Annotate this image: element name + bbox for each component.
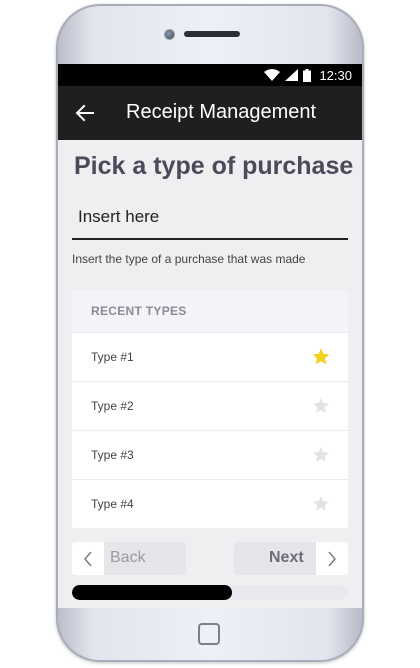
purchase-type-input[interactable]	[72, 198, 348, 227]
type-label: Type #3	[91, 448, 134, 462]
progress-fill	[72, 585, 233, 600]
type-label: Type #1	[91, 350, 134, 364]
star-icon[interactable]	[312, 348, 330, 366]
app-title: Receipt Management	[126, 101, 317, 123]
phone-frame: 12:30 Receipt Management Pick a type of …	[56, 4, 364, 662]
next-label: Next	[269, 549, 304, 566]
phone-screen: 12:30 Receipt Management Pick a type of …	[58, 64, 362, 608]
signal-icon	[285, 69, 299, 81]
helper-text: Insert the type of a purchase that was m…	[72, 252, 306, 266]
status-bar: 12:30	[58, 64, 362, 86]
back-button[interactable]: Back	[72, 542, 186, 575]
main-content: Pick a type of purchase Insert the type …	[58, 152, 362, 600]
camera-icon	[165, 30, 174, 39]
type-label: Type #4	[91, 497, 134, 511]
navigation-row: Back Next	[72, 542, 348, 575]
recent-types-header: RECENT TYPES	[72, 290, 348, 332]
home-button[interactable]	[198, 623, 220, 645]
status-time: 12:30	[319, 67, 352, 83]
next-button[interactable]: Next	[234, 542, 348, 575]
list-item[interactable]: Type #3	[72, 430, 348, 479]
back-chevron-box	[72, 542, 104, 575]
next-chevron-box	[316, 542, 348, 575]
type-label: Type #2	[91, 399, 134, 413]
star-icon[interactable]	[312, 397, 330, 415]
list-item[interactable]: Type #4	[72, 479, 348, 528]
list-item[interactable]: Type #1	[72, 332, 348, 381]
app-bar: Receipt Management	[58, 86, 362, 140]
arrow-left-icon[interactable]	[74, 102, 96, 124]
star-icon[interactable]	[312, 446, 330, 464]
star-icon[interactable]	[312, 495, 330, 513]
status-icons: 12:30	[264, 64, 352, 86]
page-title: Pick a type of purchase	[74, 152, 354, 180]
back-label: Back	[110, 549, 146, 566]
wifi-icon	[264, 69, 281, 81]
list-item[interactable]: Type #2	[72, 381, 348, 430]
recent-types-card: RECENT TYPES Type #1 Type #2 Type #3 Typ…	[72, 290, 348, 528]
chevron-right-icon	[328, 551, 336, 566]
progress-bar	[72, 585, 348, 600]
battery-icon	[303, 68, 312, 82]
speaker-grille	[184, 31, 240, 37]
purchase-type-field[interactable]	[72, 198, 348, 240]
chevron-left-icon	[84, 551, 92, 566]
